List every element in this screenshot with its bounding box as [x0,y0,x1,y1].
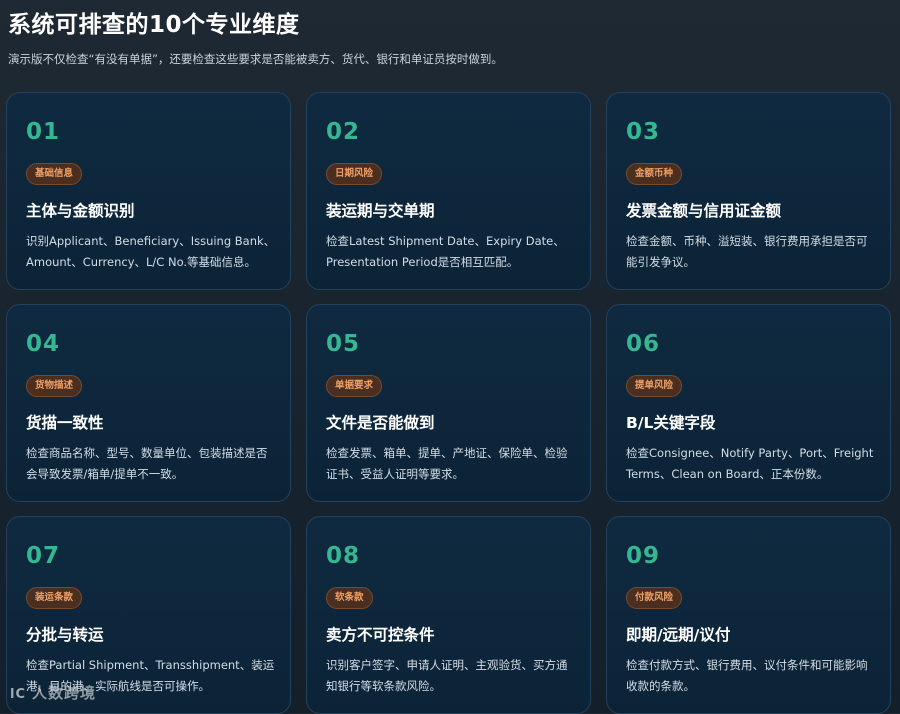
page-title: 系统可排查的10个专业维度 [8,12,300,38]
card-title: B/L关键字段 [626,414,716,432]
card-number: 09 [626,543,661,569]
dimension-card-02: 02 日期风险 装运期与交单期 检查Latest Shipment Date、E… [306,92,591,290]
dimension-grid: 01 基础信息 主体与金额识别 识别Applicant、Beneficiary、… [6,92,891,714]
card-description: 检查付款方式、银行费用、议付条件和可能影响收款的条款。 [626,658,868,693]
card-tag: 提单风险 [626,375,683,397]
card-number: 02 [326,119,361,145]
card-number: 07 [26,543,61,569]
card-title: 分批与转运 [26,626,104,644]
watermark-text: 人数跨境 [32,684,97,702]
card-number: 01 [26,119,61,145]
card-description: 识别客户签字、申请人证明、主观验货、买方通知银行等软条款风险。 [326,658,568,693]
dimension-card-05: 05 单据要求 文件是否能做到 检查发票、箱单、提单、产地证、保险单、检验证书、… [306,304,591,502]
card-title: 装运期与交单期 [326,202,435,220]
card-tag: 货物描述 [26,375,83,397]
card-title: 文件是否能做到 [326,414,435,432]
card-number: 03 [626,119,661,145]
card-tag: 软条款 [326,587,373,609]
card-tag: 金额币种 [626,163,683,185]
dimension-card-04: 04 货物描述 货描一致性 检查商品名称、型号、数量单位、包装描述是否会导致发票… [6,304,291,502]
card-tag: 日期风险 [326,163,383,185]
page-subtitle: 演示版不仅检查“有没有单据”，还要检查这些要求是否能被卖方、货代、银行和单证员按… [8,52,503,66]
card-title: 主体与金额识别 [26,202,135,220]
card-tag: 装运条款 [26,587,83,609]
card-title: 货描一致性 [26,414,104,432]
dimension-card-08: 08 软条款 卖方不可控条件 识别客户签字、申请人证明、主观验货、买方通知银行等… [306,516,591,714]
card-description: 检查Latest Shipment Date、Expiry Date、Prese… [326,234,565,269]
dimension-card-03: 03 金额币种 发票金额与信用证金额 检查金额、币种、溢短装、银行费用承担是否可… [606,92,891,290]
card-title: 即期/远期/议付 [626,626,731,644]
card-description: 识别Applicant、Beneficiary、Issuing Bank、Amo… [26,234,276,269]
watermark-logo-icon: lC [10,687,26,702]
card-description: 检查发票、箱单、提单、产地证、保险单、检验证书、受益人证明等要求。 [326,446,568,481]
card-title: 卖方不可控条件 [326,626,435,644]
card-description: 检查Consignee、Notify Party、Port、Freight Te… [626,446,874,481]
dimension-card-06: 06 提单风险 B/L关键字段 检查Consignee、Notify Party… [606,304,891,502]
card-description: 检查商品名称、型号、数量单位、包装描述是否会导致发票/箱单/提单不一致。 [26,446,268,481]
card-number: 05 [326,331,361,357]
card-tag: 单据要求 [326,375,383,397]
card-number: 04 [26,331,61,357]
card-tag: 付款风险 [626,587,683,609]
card-number: 06 [626,331,661,357]
card-title: 发票金额与信用证金额 [626,202,782,220]
dimension-card-01: 01 基础信息 主体与金额识别 识别Applicant、Beneficiary、… [6,92,291,290]
card-description: 检查金额、币种、溢短装、银行费用承担是否可能引发争议。 [626,234,868,269]
watermark: lC 人数跨境 [10,682,96,703]
card-tag: 基础信息 [26,163,83,185]
card-number: 08 [326,543,361,569]
dimension-card-09: 09 付款风险 即期/远期/议付 检查付款方式、银行费用、议付条件和可能影响收款… [606,516,891,714]
